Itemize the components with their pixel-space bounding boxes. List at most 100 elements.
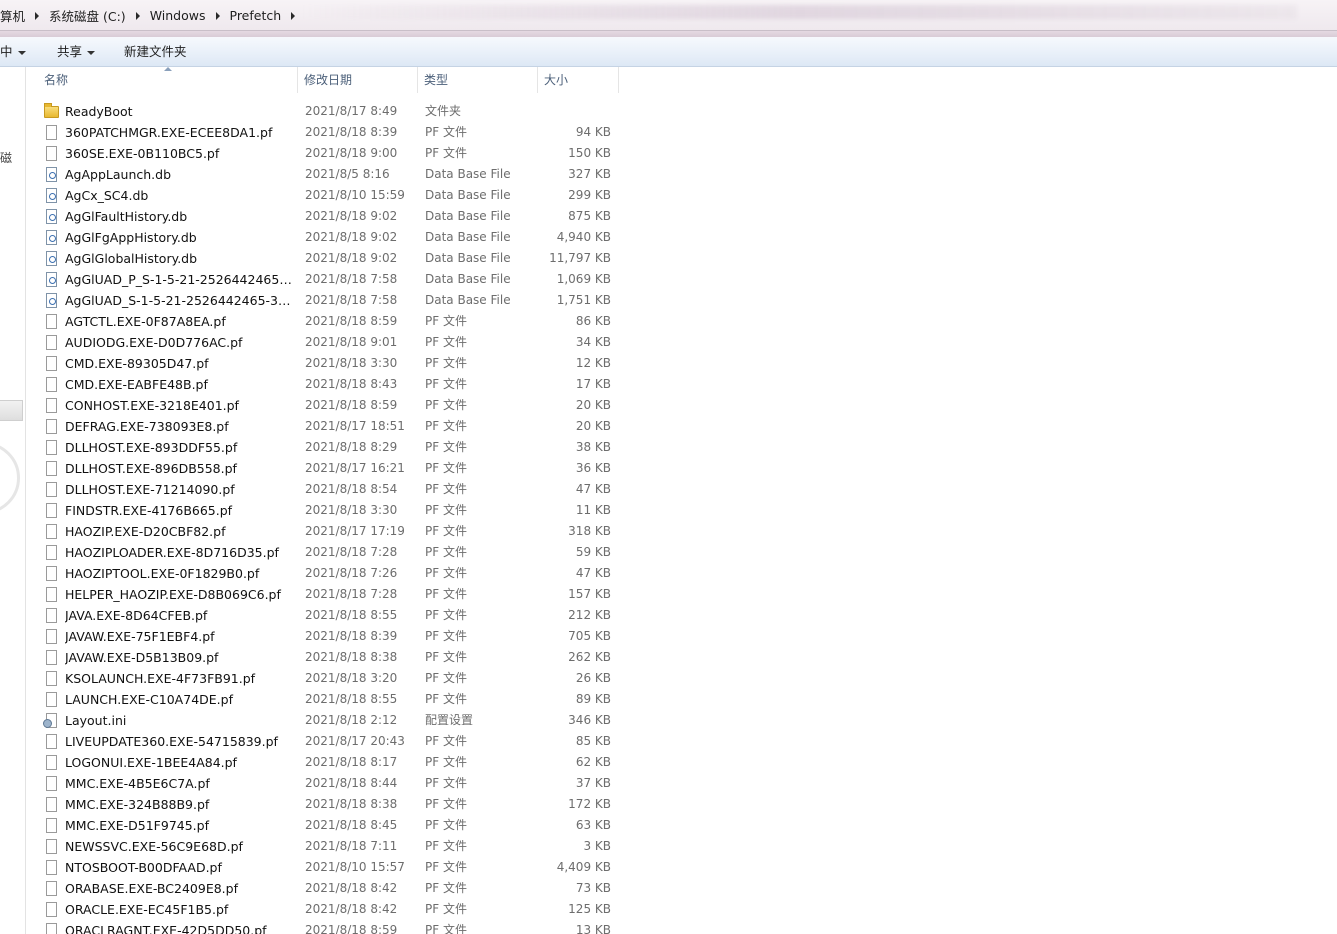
organize-button[interactable]: 中 <box>0 37 26 66</box>
file-row[interactable]: AgGlUAD_P_S-1-5-21-2526442465-31… 2021/8/… <box>26 269 726 290</box>
file-modified-date: 2021/8/18 7:26 <box>305 566 398 580</box>
file-row[interactable]: NEWSSVC.EXE-56C9E68D.pf 2021/8/18 7:11 PF … <box>26 836 726 857</box>
file-modified-date: 2021/8/18 8:38 <box>305 797 398 811</box>
file-size: 150 KB <box>568 146 611 160</box>
file-type: Data Base File <box>425 167 511 181</box>
file-row[interactable]: NTOSBOOT-B00DFAAD.pf 2021/8/10 15:57 PF 文件… <box>26 857 726 878</box>
file-icon <box>46 629 57 644</box>
file-row[interactable]: AUDIODG.EXE-D0D776AC.pf 2021/8/18 9:01 PF … <box>26 332 726 353</box>
file-row[interactable]: AgGlFaultHistory.db 2021/8/18 9:02 Data Ba… <box>26 206 726 227</box>
file-row[interactable]: JAVAW.EXE-D5B13B09.pf 2021/8/18 8:38 PF 文件… <box>26 647 726 668</box>
file-size: 327 KB <box>568 167 611 181</box>
file-row[interactable]: DEFRAG.EXE-738093E8.pf 2021/8/17 18:51 PF … <box>26 416 726 437</box>
file-row[interactable]: HELPER_HAOZIP.EXE-D8B069C6.pf 2021/8/18 7… <box>26 584 726 605</box>
column-header-type[interactable]: 类型 <box>418 67 538 93</box>
file-modified-date: 2021/8/18 9:02 <box>305 230 398 244</box>
file-name: CMD.EXE-89305D47.pf <box>65 356 209 371</box>
file-type: PF 文件 <box>425 692 467 706</box>
file-size: 20 KB <box>575 398 611 412</box>
column-headers: 名称 修改日期 类型 大小 <box>26 67 626 93</box>
file-row[interactable]: HAOZIP.EXE-D20CBF82.pf 2021/8/17 17:19 PF … <box>26 521 726 542</box>
file-row[interactable]: AgCx_SC4.db 2021/8/10 15:59 Data Base File… <box>26 185 726 206</box>
file-name: 360PATCHMGR.EXE-ECEE8DA1.pf <box>65 125 273 140</box>
breadcrumb-chevron-icon[interactable] <box>215 11 220 20</box>
file-row[interactable]: AgGlFgAppHistory.db 2021/8/18 9:02 Data Ba… <box>26 227 726 248</box>
file-modified-date: 2021/8/18 9:00 <box>305 146 398 160</box>
breadcrumb-prefetch[interactable]: Prefetch <box>226 8 286 23</box>
file-list-view[interactable]: 名称 修改日期 类型 大小 ReadyBoot 2021/8/17 8:49 文件夹… <box>26 67 1337 934</box>
nav-item-selected[interactable] <box>0 400 23 421</box>
breadcrumb-chevron-icon[interactable] <box>35 11 40 20</box>
file-size: 157 KB <box>568 587 611 601</box>
breadcrumb-windows[interactable]: Windows <box>146 8 210 23</box>
file-type: 配置设置 <box>425 713 474 727</box>
file-row[interactable]: ORACLE.EXE-EC45F1B5.pf 2021/8/18 8:42 PF 文… <box>26 899 726 920</box>
file-row[interactable]: AgGlGlobalHistory.db 2021/8/18 9:02 Data B… <box>26 248 726 269</box>
file-row[interactable]: ORACLRAGNT.EXE-42D5DD50.pf 2021/8/18 8:59… <box>26 920 726 934</box>
file-type: PF 文件 <box>425 671 467 685</box>
file-row[interactable]: HAOZIPTOOL.EXE-0F1829B0.pf 2021/8/18 7:26… <box>26 563 726 584</box>
file-size: 59 KB <box>575 545 611 559</box>
file-row[interactable]: LOGONUI.EXE-1BEE4A84.pf 2021/8/18 8:17 PF … <box>26 752 726 773</box>
file-row[interactable]: JAVA.EXE-8D64CFEB.pf 2021/8/18 8:55 PF 文件 2… <box>26 605 726 626</box>
file-row[interactable]: DLLHOST.EXE-893DDF55.pf 2021/8/18 8:29 PF … <box>26 437 726 458</box>
file-row[interactable]: CMD.EXE-89305D47.pf 2021/8/18 3:30 PF 文件 12… <box>26 353 726 374</box>
file-icon <box>46 482 57 497</box>
file-icon <box>46 587 57 602</box>
new-folder-button[interactable]: 新建文件夹 <box>124 37 187 66</box>
file-modified-date: 2021/8/18 8:59 <box>305 398 398 412</box>
file-row[interactable]: MMC.EXE-324B88B9.pf 2021/8/18 8:38 PF 文件 17… <box>26 794 726 815</box>
file-type: PF 文件 <box>425 587 467 601</box>
file-row[interactable]: HAOZIPLOADER.EXE-8D716D35.pf 2021/8/18 7:… <box>26 542 726 563</box>
file-row[interactable]: CMD.EXE-EABFE48B.pf 2021/8/18 8:43 PF 文件 17… <box>26 374 726 395</box>
file-name: MMC.EXE-324B88B9.pf <box>65 797 210 812</box>
file-type: Data Base File <box>425 272 511 286</box>
file-icon <box>46 566 57 581</box>
file-size: 86 KB <box>575 314 611 328</box>
file-row[interactable]: 360PATCHMGR.EXE-ECEE8DA1.pf 2021/8/18 8:3… <box>26 122 726 143</box>
folder-icon <box>44 103 59 118</box>
file-row[interactable]: AgGlUAD_S-1-5-21-2526442465-3152… 2021/8/… <box>26 290 726 311</box>
address-bar[interactable]: 算机 系统磁盘 (C:) Windows Prefetch <box>0 0 1337 31</box>
file-row[interactable]: LAUNCH.EXE-C10A74DE.pf 2021/8/18 8:55 PF 文… <box>26 689 726 710</box>
file-row[interactable]: DLLHOST.EXE-896DB558.pf 2021/8/17 16:21 PF… <box>26 458 726 479</box>
share-button[interactable]: 共享 <box>57 37 96 66</box>
nav-item-fragment[interactable]: 磁 <box>0 149 12 166</box>
file-row[interactable]: AgAppLaunch.db 2021/8/5 8:16 Data Base Fil… <box>26 164 726 185</box>
file-row[interactable]: ReadyBoot 2021/8/17 8:49 文件夹 <box>26 101 726 122</box>
breadcrumb-system-disk[interactable]: 系统磁盘 (C:) <box>45 6 130 25</box>
file-row[interactable]: CONHOST.EXE-3218E401.pf 2021/8/18 8:59 PF … <box>26 395 726 416</box>
file-row[interactable]: MMC.EXE-D51F9745.pf 2021/8/18 8:45 PF 文件 63… <box>26 815 726 836</box>
file-type: PF 文件 <box>425 776 467 790</box>
navigation-pane[interactable]: 磁 <box>0 67 26 934</box>
file-row[interactable]: MMC.EXE-4B5E6C7A.pf 2021/8/18 8:44 PF 文件 37… <box>26 773 726 794</box>
file-row[interactable]: 360SE.EXE-0B110BC5.pf 2021/8/18 9:00 PF 文件… <box>26 143 726 164</box>
file-row[interactable]: FINDSTR.EXE-4176B665.pf 2021/8/18 3:30 PF … <box>26 500 726 521</box>
column-header-size[interactable]: 大小 <box>538 67 619 93</box>
file-name: AgGlUAD_P_S-1-5-21-2526442465-31… <box>65 272 293 287</box>
breadcrumb-chevron-icon[interactable] <box>135 11 140 20</box>
file-size: 47 KB <box>575 566 611 580</box>
breadcrumb-chevron-icon[interactable] <box>291 11 296 20</box>
column-header-date[interactable]: 修改日期 <box>298 67 418 93</box>
file-row[interactable]: LIVEUPDATE360.EXE-54715839.pf 2021/8/17 2… <box>26 731 726 752</box>
file-size: 38 KB <box>575 440 611 454</box>
file-name: DEFRAG.EXE-738093E8.pf <box>65 419 229 434</box>
file-row[interactable]: JAVAW.EXE-75F1EBF4.pf 2021/8/18 8:39 PF 文件… <box>26 626 726 647</box>
file-row[interactable]: ORABASE.EXE-BC2409E8.pf 2021/8/18 8:42 PF … <box>26 878 726 899</box>
file-icon <box>46 314 57 329</box>
file-type: PF 文件 <box>425 314 467 328</box>
breadcrumb-computer[interactable]: 算机 <box>0 6 29 25</box>
file-icon <box>46 671 57 686</box>
column-header-name[interactable]: 名称 <box>38 67 298 93</box>
file-icon <box>46 461 57 476</box>
file-size: 26 KB <box>575 671 611 685</box>
file-size: 262 KB <box>568 650 611 664</box>
file-size: 47 KB <box>575 482 611 496</box>
file-row[interactable]: DLLHOST.EXE-71214090.pf 2021/8/18 8:54 PF … <box>26 479 726 500</box>
file-size: 17 KB <box>575 377 611 391</box>
file-row[interactable]: Layout.ini 2021/8/18 2:12 配置设置 346 KB <box>26 710 726 731</box>
file-row[interactable]: AGTCTL.EXE-0F87A8EA.pf 2021/8/18 8:59 PF 文… <box>26 311 726 332</box>
file-row[interactable]: KSOLAUNCH.EXE-4F73FB91.pf 2021/8/18 3:20 P… <box>26 668 726 689</box>
file-name: JAVAW.EXE-75F1EBF4.pf <box>65 629 215 644</box>
